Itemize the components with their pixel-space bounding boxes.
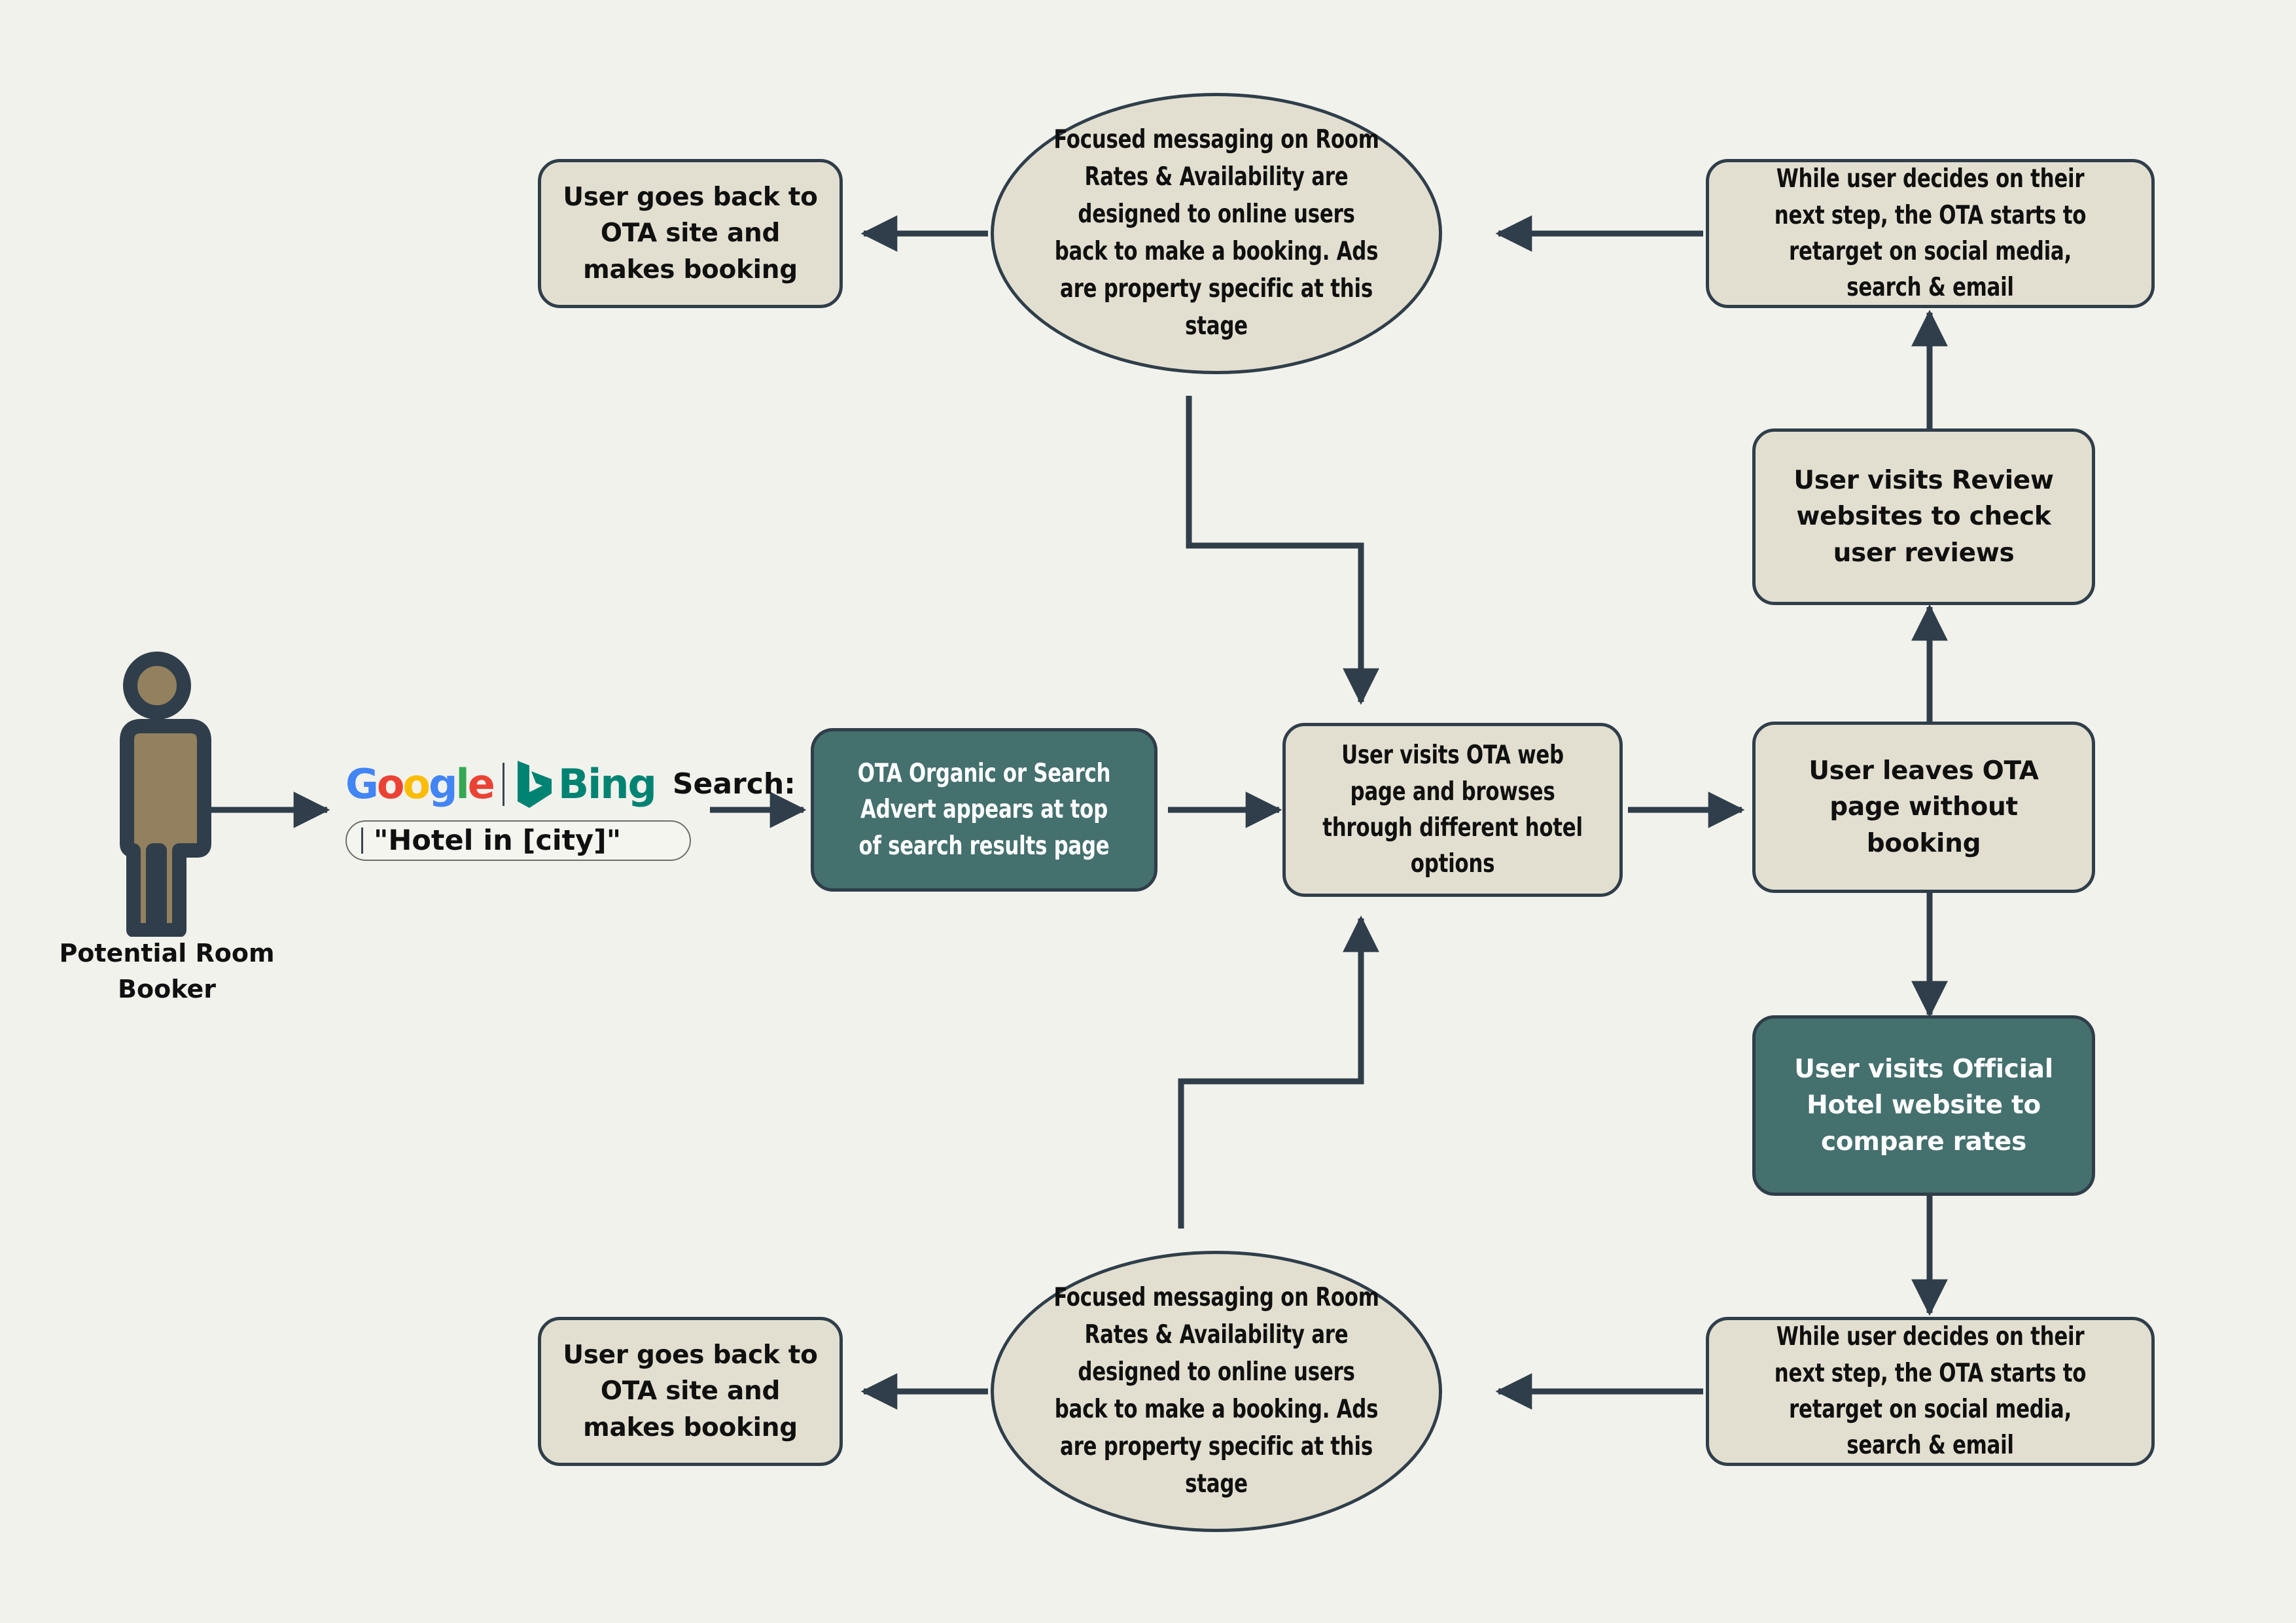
edge-focused-bottom-to-visits-ota	[1178, 915, 1379, 1229]
node-focused-messaging-bottom[interactable]: Focused messaging on Room Rates & Availa…	[991, 1251, 1442, 1532]
node-user-visits-ota-page[interactable]: User visits OTA web page and browses thr…	[1282, 723, 1623, 897]
search-engine-cluster: Google Bing Search: "Hotel in [city]"	[345, 759, 796, 861]
search-label: Search:	[672, 767, 796, 801]
node-ota-retargets-bottom[interactable]: While user decides on their next step, t…	[1706, 1317, 2155, 1466]
search-input-value: "Hotel in [city]"	[374, 824, 622, 857]
bing-mark-icon	[517, 761, 552, 808]
bing-wordmark: Bing	[557, 760, 657, 808]
node-user-leaves-ota-page[interactable]: User leaves OTA page without booking	[1752, 722, 2095, 893]
text-caret-icon	[361, 828, 363, 854]
google-logo: Google	[345, 760, 495, 808]
person-icon	[120, 652, 211, 937]
node-user-visits-official-hotel-site[interactable]: User visits Official Hotel website to co…	[1752, 1015, 2095, 1196]
node-user-visits-review-sites[interactable]: User visits Review websites to check use…	[1752, 428, 2095, 605]
node-user-books-top[interactable]: User goes back to OTA site and makes boo…	[538, 159, 843, 308]
edge-focused-top-to-visits-ota	[1186, 396, 1379, 705]
logo-divider	[502, 763, 504, 806]
node-user-books-bottom[interactable]: User goes back to OTA site and makes boo…	[538, 1317, 843, 1466]
search-logos-row: Google Bing Search:	[345, 759, 796, 810]
node-focused-messaging-top[interactable]: Focused messaging on Room Rates & Availa…	[991, 93, 1442, 374]
persona-label: Potential Room Booker	[59, 939, 275, 1004]
node-ota-retargets-top[interactable]: While user decides on their next step, t…	[1706, 159, 2155, 308]
flowchart-canvas: Potential Room Booker Google Bing Search…	[0, 0, 2296, 1623]
node-ota-advert[interactable]: OTA Organic or Search Advert appears at …	[811, 728, 1157, 892]
search-input[interactable]: "Hotel in [city]"	[345, 820, 691, 861]
